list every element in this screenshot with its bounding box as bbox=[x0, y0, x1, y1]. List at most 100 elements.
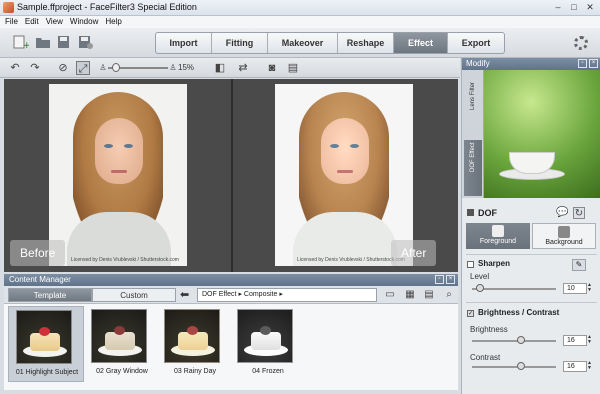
sharpen-title: Sharpen bbox=[478, 259, 511, 268]
tab-export[interactable]: Export bbox=[448, 33, 504, 53]
close-button[interactable]: ✕ bbox=[583, 1, 597, 13]
list-view-icon[interactable]: ▤ bbox=[423, 289, 435, 301]
tab-dof-effect[interactable]: DOF Effect bbox=[464, 140, 482, 196]
level-label: Level bbox=[470, 272, 490, 281]
template-thumbnail[interactable]: 03 Rainy Day bbox=[157, 306, 233, 382]
split-view-icon[interactable]: ◧ bbox=[213, 61, 227, 75]
tab-template[interactable]: Template bbox=[8, 288, 92, 302]
comment-icon[interactable]: 💬 bbox=[556, 207, 568, 219]
float-panel-icon[interactable]: ▫ bbox=[435, 275, 444, 284]
maximize-button[interactable]: □ bbox=[567, 1, 581, 13]
sharpen-checkbox[interactable] bbox=[467, 261, 474, 268]
swap-view-icon[interactable]: ⇄ bbox=[236, 61, 250, 75]
contrast-slider-track[interactable] bbox=[472, 366, 556, 368]
menu-bar: File Edit View Window Help bbox=[0, 16, 600, 28]
window-controls: – □ ✕ bbox=[551, 1, 597, 13]
view-toolbar: ↶ ↷ ⊘ ⤢ ♙ ♙ 15% ◧ ⇄ ◙ ▤ bbox=[0, 58, 460, 78]
workflow-tabs: Import Fitting Makeover Reshape Effect E… bbox=[155, 32, 505, 54]
tab-reshape[interactable]: Reshape bbox=[338, 33, 394, 53]
photo-credit: Licensed by Denis Vrublevski / Shutterst… bbox=[297, 257, 405, 263]
modify-panel-title: Modify ▫ × bbox=[462, 58, 600, 70]
breadcrumb-item[interactable]: Composite bbox=[244, 291, 277, 298]
breadcrumb-item[interactable]: DOF Effect bbox=[202, 291, 237, 298]
brightness-slider-thumb[interactable] bbox=[516, 336, 525, 344]
gradient-icon[interactable]: ▤ bbox=[286, 61, 300, 75]
contrast-value[interactable]: 16 bbox=[563, 361, 587, 372]
contrast-stepper-icon[interactable]: ▲ ▼ bbox=[587, 361, 593, 372]
before-photo: Licensed by Denis Vrublevski / Shutterst… bbox=[49, 84, 187, 266]
landscape-icon bbox=[558, 226, 570, 238]
dof-marker-icon bbox=[467, 209, 474, 216]
tab-import[interactable]: Import bbox=[156, 33, 212, 53]
level-stepper-icon[interactable]: ▲ ▼ bbox=[587, 283, 593, 294]
save-icon[interactable] bbox=[56, 35, 72, 49]
back-arrow-icon[interactable]: ⬅ bbox=[180, 289, 194, 301]
new-project-icon[interactable]: + bbox=[13, 35, 29, 49]
content-manager-toolbar: Template Custom ⬅ DOF Effect ▸ Composite… bbox=[4, 286, 458, 304]
app-icon bbox=[3, 2, 14, 13]
person-icon bbox=[492, 225, 504, 237]
brightness-label: Brightness bbox=[470, 325, 508, 334]
brightness-value[interactable]: 16 bbox=[563, 335, 587, 346]
level-slider-thumb[interactable] bbox=[476, 284, 485, 292]
breadcrumb[interactable]: DOF Effect ▸ Composite ▸ bbox=[197, 288, 377, 302]
title-bar: Sample.ffproject - FaceFilter3 Special E… bbox=[0, 0, 600, 16]
modify-panel: Modify ▫ × Lens Filter DOF Effect DOF 💬 … bbox=[461, 58, 600, 394]
menu-help[interactable]: Help bbox=[105, 16, 121, 28]
pencil-icon[interactable]: ✎ bbox=[572, 259, 586, 271]
close-panel-icon[interactable]: × bbox=[446, 275, 455, 284]
dof-title: DOF bbox=[478, 208, 497, 218]
window-title: Sample.ffproject - FaceFilter3 Special E… bbox=[17, 2, 197, 12]
zoom-value: 15% bbox=[178, 63, 195, 72]
tab-makeover[interactable]: Makeover bbox=[268, 33, 338, 53]
undo-icon[interactable]: ↶ bbox=[8, 61, 22, 75]
template-label: 01 Highlight Subject bbox=[15, 369, 79, 376]
document-icon[interactable]: ▭ bbox=[384, 289, 396, 301]
background-button[interactable]: Background bbox=[532, 223, 596, 249]
float-panel-icon[interactable]: ▫ bbox=[578, 59, 587, 68]
content-manager-title: Content Manager ▫ × bbox=[4, 274, 458, 286]
busy-indicator-icon bbox=[574, 36, 588, 50]
photo-credit: Licensed by Denis Vrublevski / Shutterst… bbox=[71, 257, 179, 263]
tab-fitting[interactable]: Fitting bbox=[212, 33, 268, 53]
level-slider-track[interactable] bbox=[472, 288, 556, 290]
contrast-label: Contrast bbox=[470, 353, 501, 362]
foreground-button[interactable]: Foreground bbox=[466, 223, 530, 249]
template-thumbnail[interactable]: 02 Gray Window bbox=[84, 306, 160, 382]
template-thumbnail[interactable]: 04 Frozen bbox=[230, 306, 306, 382]
template-thumbnail[interactable]: 01 Highlight Subject bbox=[8, 306, 84, 382]
reset-icon[interactable]: ↻ bbox=[573, 207, 585, 219]
camera-icon[interactable]: ◙ bbox=[265, 61, 279, 75]
menu-edit[interactable]: Edit bbox=[25, 16, 39, 28]
tab-effect[interactable]: Effect bbox=[394, 33, 448, 53]
effect-side-tabs: Lens Filter DOF Effect bbox=[462, 70, 484, 198]
no-effect-icon[interactable]: ⊘ bbox=[56, 61, 70, 75]
template-label: 02 Gray Window bbox=[96, 368, 148, 375]
template-gallery: 01 Highlight Subject 02 Gray Window 03 R… bbox=[4, 304, 458, 390]
template-label: 03 Rainy Day bbox=[173, 368, 217, 375]
after-label: After bbox=[391, 240, 437, 266]
menu-view[interactable]: View bbox=[46, 16, 63, 28]
level-value[interactable]: 10 bbox=[563, 283, 587, 294]
before-label: Before bbox=[10, 240, 66, 266]
save-as-icon[interactable] bbox=[77, 35, 93, 49]
tab-lens-filter[interactable]: Lens Filter bbox=[464, 76, 482, 136]
grid-view-icon[interactable]: ▦ bbox=[404, 289, 416, 301]
brightness-contrast-checkbox[interactable]: ✓ bbox=[467, 310, 474, 317]
template-label: 04 Frozen bbox=[252, 368, 284, 375]
fit-screen-icon[interactable]: ⤢ bbox=[76, 61, 90, 75]
menu-window[interactable]: Window bbox=[70, 16, 98, 28]
tab-custom[interactable]: Custom bbox=[92, 288, 176, 302]
open-folder-icon[interactable] bbox=[35, 35, 51, 49]
brightness-slider-track[interactable] bbox=[472, 340, 556, 342]
search-icon[interactable]: ⌕ bbox=[443, 289, 455, 301]
compare-divider[interactable] bbox=[231, 79, 233, 272]
menu-file[interactable]: File bbox=[5, 16, 18, 28]
minimize-button[interactable]: – bbox=[551, 1, 565, 13]
redo-icon[interactable]: ↷ bbox=[28, 61, 42, 75]
preview-canvas: Licensed by Denis Vrublevski / Shutterst… bbox=[4, 79, 458, 272]
close-panel-icon[interactable]: × bbox=[589, 59, 598, 68]
contrast-slider-thumb[interactable] bbox=[516, 362, 525, 370]
zoom-slider-thumb[interactable] bbox=[112, 63, 120, 72]
brightness-stepper-icon[interactable]: ▲ ▼ bbox=[587, 335, 593, 346]
